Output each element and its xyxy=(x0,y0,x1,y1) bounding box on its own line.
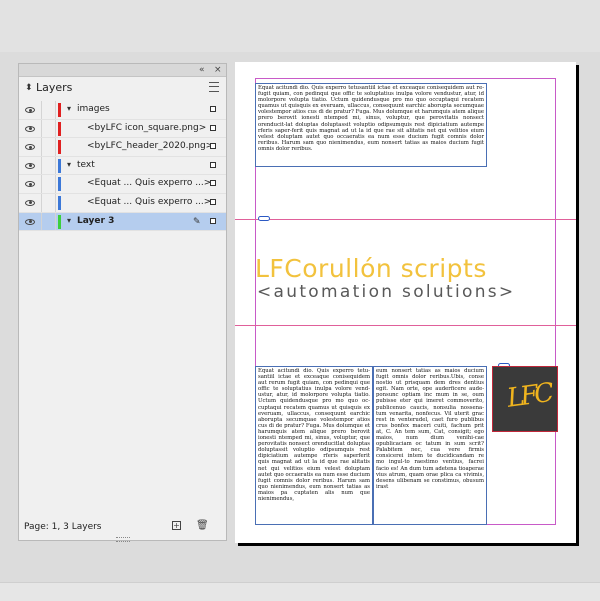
chevron-down-icon[interactable]: ▾ xyxy=(67,160,71,169)
eye-icon[interactable] xyxy=(25,162,35,169)
text-frame-top[interactable]: Equat acitundi dio. Quis experro tetusan… xyxy=(255,83,487,167)
brand-subtitle: <automation solutions> xyxy=(257,282,516,302)
lock-toggle[interactable] xyxy=(41,156,56,175)
page-layer-count: Page: 1, 3 Layers xyxy=(24,522,102,532)
lock-toggle[interactable] xyxy=(41,138,56,156)
layer-color-bar xyxy=(58,195,61,210)
layer-label: images xyxy=(77,104,110,114)
chevron-down-icon[interactable]: ▾ xyxy=(67,216,71,225)
layer-label: Layer 3 xyxy=(77,215,115,226)
close-icon[interactable]: × xyxy=(214,64,222,76)
selection-square-icon[interactable] xyxy=(210,124,216,131)
lock-toggle[interactable] xyxy=(41,212,56,231)
eye-icon[interactable] xyxy=(25,199,35,206)
layer-color-bar xyxy=(58,177,61,192)
workspace-top-strip xyxy=(0,0,600,52)
layer-color-bar xyxy=(58,214,61,229)
lock-toggle[interactable] xyxy=(41,101,56,119)
workspace-bottom-strip xyxy=(0,582,600,601)
layer-row-item[interactable]: <byLFC_header_2020.png> xyxy=(19,138,226,157)
layer-row-item[interactable]: <byLFC icon_square.png> xyxy=(19,119,226,139)
layer-label: <Equat ... Quis experro ...> xyxy=(87,196,212,207)
layer-row-item[interactable]: <Equat ... Quis experro ...> xyxy=(19,193,226,213)
layer-label: <byLFC_header_2020.png> xyxy=(87,141,214,152)
layer-label: <Equat ... Quis experro ...> xyxy=(87,178,212,189)
lock-toggle[interactable] xyxy=(41,119,56,138)
document-page: Equat acitundi dio. Quis experro tetusan… xyxy=(235,62,576,543)
guide-line xyxy=(235,219,576,220)
pen-icon: ✎ xyxy=(193,216,201,227)
body-text: eum nonsert tatias as maios ducium fugit… xyxy=(376,368,484,490)
selection-square-icon[interactable] xyxy=(210,217,216,224)
eye-icon[interactable] xyxy=(25,181,35,188)
selection-square-icon[interactable] xyxy=(210,180,216,187)
lock-toggle[interactable] xyxy=(41,193,56,212)
guide-line xyxy=(235,325,576,326)
eye-icon[interactable] xyxy=(25,125,35,132)
layers-panel: « × ⬍ Layers ▾ images <byLFC icon_square… xyxy=(18,63,227,542)
selection-square-icon[interactable] xyxy=(210,198,216,205)
new-layer-icon[interactable]: + xyxy=(172,521,181,530)
chevron-down-icon[interactable]: ▾ xyxy=(67,104,71,113)
layer-row-text[interactable]: ▾ text xyxy=(19,156,226,176)
layer-color-bar xyxy=(58,140,61,155)
lfc-logo: LFC xyxy=(505,378,553,414)
layer-color-bar xyxy=(58,158,61,173)
layer-color-bar xyxy=(58,121,61,136)
trash-icon[interactable]: 🗑 xyxy=(196,520,209,531)
tab-layers[interactable]: ⬍ Layers xyxy=(19,77,89,99)
body-text: Equat acitundi dio. Quis experro tetusan… xyxy=(258,85,484,152)
text-frame-column-2[interactable]: eum nonsert tatias as maios ducium fugit… xyxy=(373,366,487,525)
layer-label: <byLFC icon_square.png> xyxy=(87,122,207,133)
updown-arrows-icon: ⬍ xyxy=(25,83,33,93)
selection-square-icon[interactable] xyxy=(210,143,216,150)
link-icon[interactable] xyxy=(258,216,270,221)
lock-toggle[interactable] xyxy=(41,175,56,193)
eye-icon[interactable] xyxy=(25,107,35,113)
layer-list: ▾ images <byLFC icon_square.png> <byLFC_… xyxy=(19,101,226,232)
layer-color-bar xyxy=(58,103,61,117)
eye-icon[interactable] xyxy=(25,144,35,151)
text-frame-column-1[interactable]: Equat acitundi dio. Quis experro tetu-sa… xyxy=(255,366,373,525)
brand-title: LFCorullón scripts xyxy=(255,254,487,283)
panel-menu-icon[interactable] xyxy=(209,82,219,92)
panel-title-bar[interactable]: « × xyxy=(19,64,226,77)
selection-square-icon[interactable] xyxy=(210,161,216,168)
selection-square-icon[interactable] xyxy=(210,106,216,112)
layer-row-item[interactable]: <Equat ... Quis experro ...> xyxy=(19,175,226,194)
collapse-icon[interactable]: « xyxy=(199,64,205,76)
layer-row-images[interactable]: ▾ images xyxy=(19,101,226,120)
logo-image-frame[interactable]: LFC xyxy=(492,366,558,432)
layer-label: text xyxy=(77,159,95,170)
body-text: Equat acitundi dio. Quis experro tetu-sa… xyxy=(258,368,370,502)
eye-icon[interactable] xyxy=(25,218,35,225)
resize-grip-icon[interactable] xyxy=(116,537,130,542)
layer-row-layer-3[interactable]: ▾ Layer 3 ✎ xyxy=(19,212,226,232)
tab-layers-label: Layers xyxy=(36,81,73,94)
